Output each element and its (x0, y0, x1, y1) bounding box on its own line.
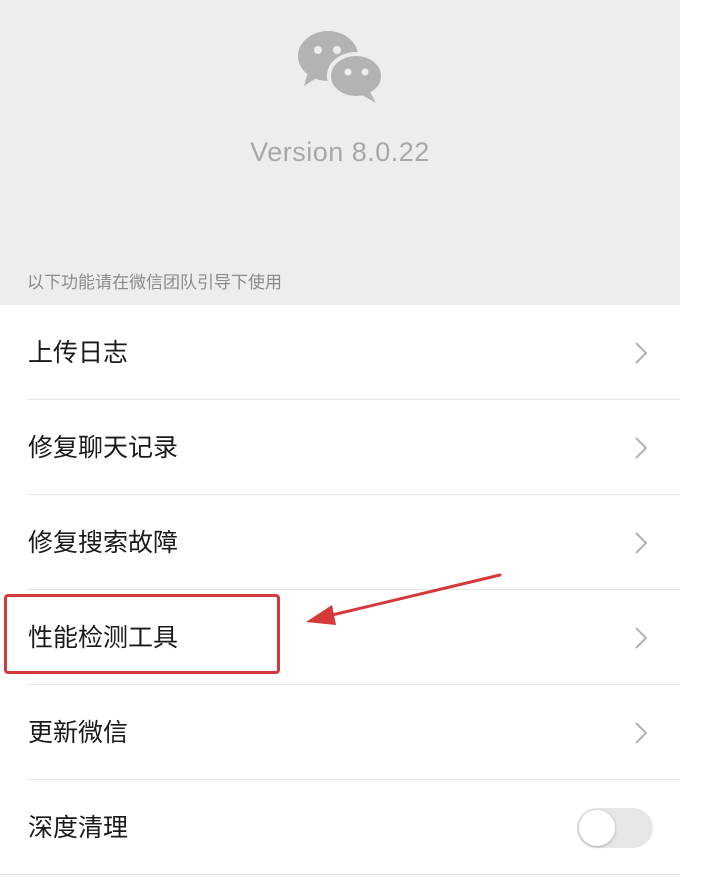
red-arrow-annotation (306, 573, 502, 625)
list-item-label: 深度清理 (28, 813, 129, 842)
list-item-label: 更新微信 (28, 718, 129, 747)
chevron-right-icon (635, 437, 648, 459)
page: Version 8.0.22 以下功能请在微信团队引导下使用 上传日志 修复聊天… (0, 0, 705, 880)
list-item-label: 修复搜索故障 (28, 528, 179, 557)
wechat-logo-icon (298, 31, 385, 103)
list-item-upload-log[interactable]: 上传日志 (0, 305, 680, 400)
about-header-panel: Version 8.0.22 以下功能请在微信团队引导下使用 (0, 0, 680, 305)
highlight-box-annotation (4, 594, 280, 674)
section-note: 以下功能请在微信团队引导下使用 (27, 273, 282, 293)
version-text: Version 8.0.22 (250, 137, 430, 167)
list-item-label: 上传日志 (28, 338, 129, 367)
list-item-update-wechat[interactable]: 更新微信 (0, 685, 680, 780)
chevron-right-icon (635, 342, 648, 364)
chevron-right-icon (635, 722, 648, 744)
list-item-label: 修复聊天记录 (28, 433, 179, 462)
list-item-repair-chat-history[interactable]: 修复聊天记录 (0, 400, 680, 495)
list-item-deep-clean: 深度清理 (0, 780, 680, 875)
chevron-right-icon (635, 532, 648, 554)
toggle-knob (579, 810, 615, 846)
deep-clean-toggle[interactable] (577, 808, 653, 848)
chevron-right-icon (635, 627, 648, 649)
